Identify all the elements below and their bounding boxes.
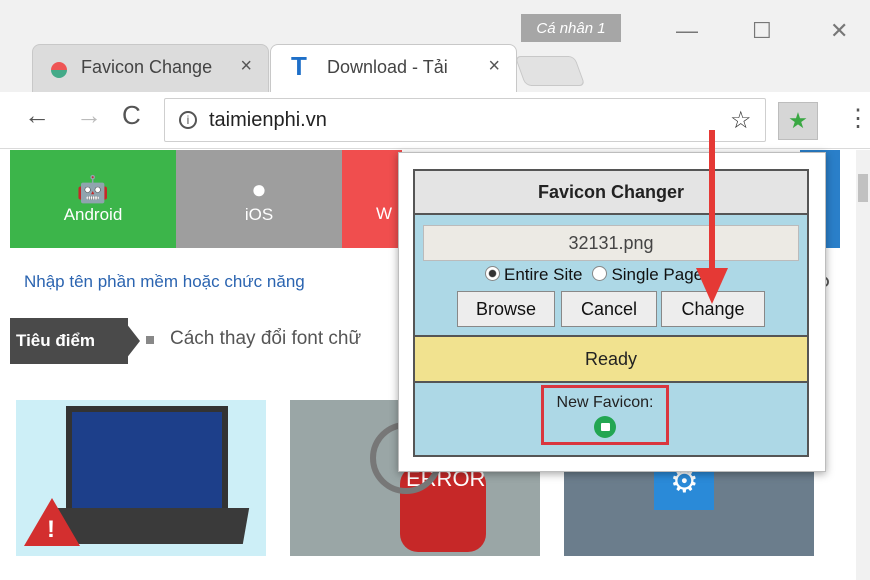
annotation-arrow-icon — [696, 130, 728, 304]
profile-button[interactable]: Cá nhân 1 — [521, 14, 621, 42]
popup-title: Favicon Changer — [415, 171, 807, 215]
tab-favicon-changer[interactable]: Favicon Change × — [32, 44, 269, 93]
url-text: taimienphi.vn — [209, 108, 327, 131]
category-windows[interactable]: W — [342, 150, 402, 248]
info-icon[interactable]: i — [179, 111, 197, 129]
category-label: iOS — [244, 204, 274, 224]
tab-download[interactable]: T Download - Tải × — [270, 44, 517, 93]
tab-label: Download - Tải — [327, 57, 448, 77]
category-android[interactable]: 🤖 Android — [10, 150, 176, 248]
apple-icon: ● — [251, 173, 267, 204]
lock-icon — [600, 423, 610, 431]
maximize-icon[interactable]: ☐ — [752, 18, 772, 44]
radio-label: Single Page — [611, 265, 704, 284]
laptop-screen — [66, 406, 228, 514]
forward-arrow-icon[interactable]: → — [76, 100, 102, 131]
scrollbar[interactable] — [856, 150, 870, 580]
taimienphi-logo-icon: T — [291, 51, 307, 81]
radio-entire-site[interactable]: Entire Site — [485, 265, 582, 285]
tab-close-icon[interactable]: × — [488, 55, 500, 78]
featured-label: Tiêu điểm — [10, 318, 128, 364]
minimize-icon[interactable]: — — [676, 18, 698, 44]
headline-link[interactable]: Cách thay đổi font chữ — [170, 328, 361, 350]
close-window-icon[interactable]: ✕ — [830, 18, 848, 44]
address-bar[interactable]: i taimienphi.vn — [164, 98, 766, 142]
radio-single-page[interactable]: Single Page — [592, 265, 703, 285]
new-favicon-preview-icon — [594, 416, 616, 438]
tab-close-icon[interactable]: × — [240, 55, 252, 78]
scope-radio-group: Entire Site Single Page — [485, 265, 703, 285]
category-label: W — [376, 204, 393, 223]
bookmark-star-icon[interactable]: ☆ — [730, 106, 752, 135]
favicon-changer-extension-button[interactable]: ★ — [778, 102, 818, 140]
tab-favicon-icon — [51, 62, 67, 78]
browser-menu-icon[interactable]: ⋮ — [846, 104, 870, 133]
cancel-button[interactable]: Cancel — [561, 291, 657, 327]
new-tab-button[interactable] — [514, 56, 586, 86]
status-bar: Ready — [415, 335, 807, 383]
warning-mark: ! — [47, 516, 55, 543]
tab-label: Favicon Change — [81, 57, 213, 77]
bullet-icon — [146, 336, 154, 344]
scrollbar-thumb[interactable] — [858, 174, 868, 202]
category-label: Android — [63, 204, 123, 224]
browse-button[interactable]: Browse — [457, 291, 555, 327]
radio-selected-icon[interactable] — [485, 266, 500, 281]
extension-popup: Favicon Changer 32131.png Entire Site Si… — [398, 152, 826, 472]
category-ios[interactable]: ● iOS — [176, 150, 342, 248]
search-placeholder[interactable]: Nhập tên phần mềm hoặc chức năng — [24, 272, 305, 292]
new-favicon-label: New Favicon: — [556, 394, 654, 411]
new-favicon-box: New Favicon: — [541, 385, 669, 445]
radio-label: Entire Site — [504, 265, 583, 284]
android-icon: 🤖 — [76, 173, 110, 204]
favicon-changer-panel: Favicon Changer 32131.png Entire Site Si… — [413, 169, 809, 457]
radio-unselected-icon[interactable] — [592, 266, 608, 281]
extension-star-icon: ★ — [788, 108, 808, 133]
file-name-field[interactable]: 32131.png — [423, 225, 799, 261]
reload-icon[interactable]: C — [122, 100, 141, 131]
thumbnail-laptop[interactable]: ! — [16, 400, 266, 556]
back-arrow-icon[interactable]: ← — [24, 100, 50, 131]
featured-arrow — [122, 318, 140, 364]
